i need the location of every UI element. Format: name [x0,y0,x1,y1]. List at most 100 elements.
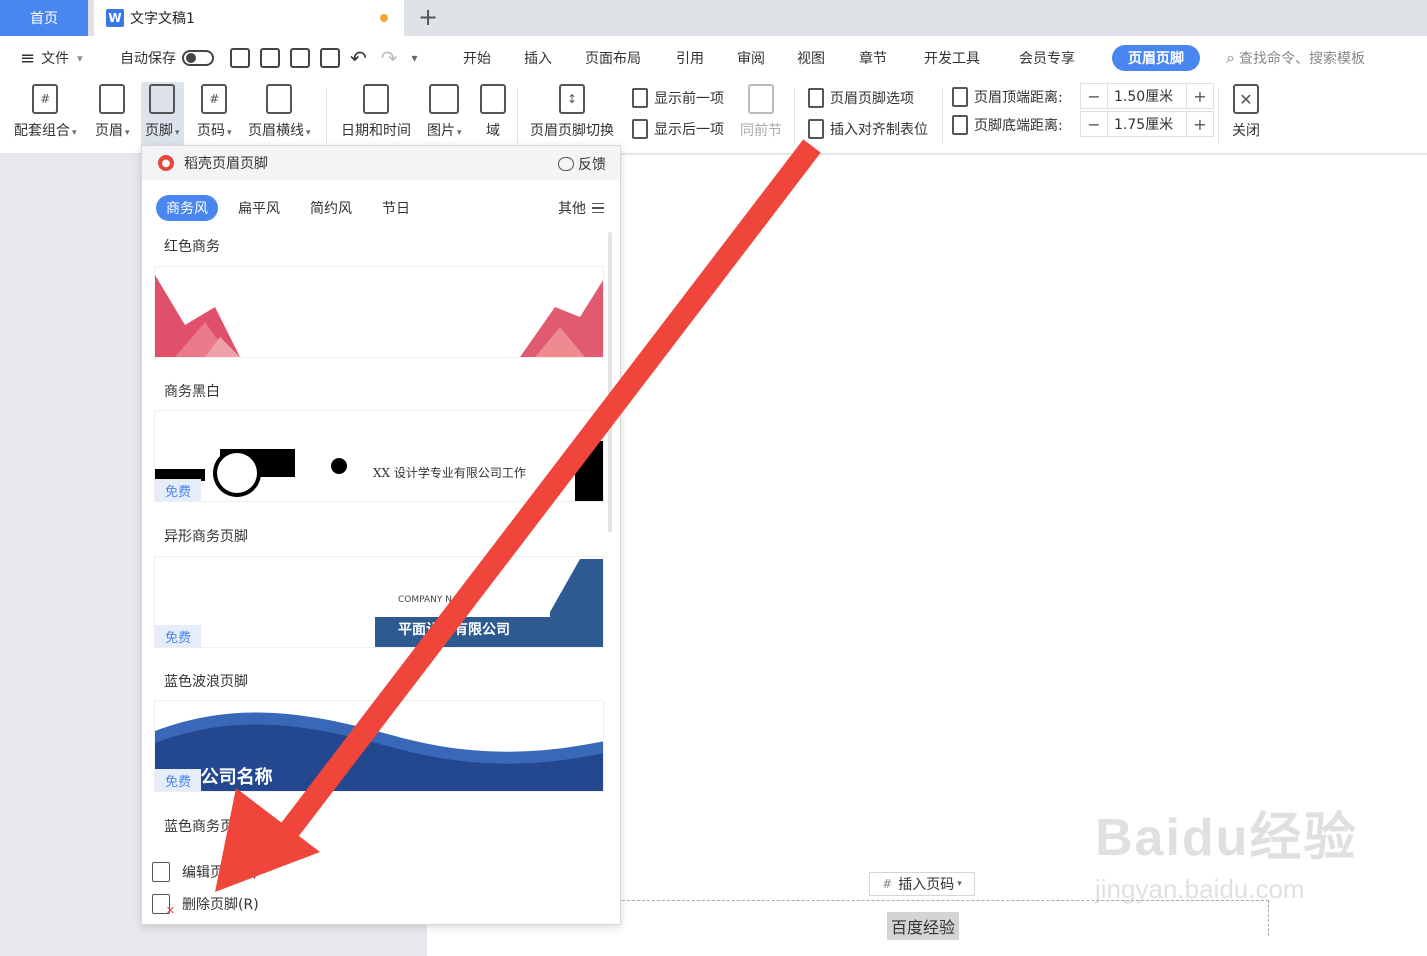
template-black-white[interactable]: XX 设计学专业有限公司工作 免费 [154,410,604,502]
datetime-button[interactable]: 日期和时间 [341,84,411,140]
free-badge: 免费 [155,625,201,647]
ribbon-divider [517,88,518,144]
minus-icon[interactable]: − [1081,112,1107,136]
show-previous-label: 显示前一项 [654,91,724,107]
menu-tab-start[interactable]: 开始 [463,36,491,80]
align-tab-label: 插入对齐制表位 [830,122,928,138]
redo-icon[interactable]: ↷ [381,46,398,70]
template-company-en: COMPANY NAME [398,595,472,605]
save-icon[interactable] [230,48,250,68]
menu-tab-member[interactable]: 会员专享 [1019,36,1075,80]
search-placeholder: 查找命令、搜索模板 [1238,51,1365,67]
menu-tab-references[interactable]: 引用 [676,36,704,80]
tab-home[interactable]: 首页 [0,0,88,36]
header-footer-options-button[interactable]: 页眉页脚选项 [808,86,914,110]
header-top-distance-value[interactable]: 1.50厘米 [1107,84,1187,108]
quick-access: ↶ ↷ ▾ [230,36,418,80]
combo-label: 配套组合 [14,123,70,139]
header-top-distance-stepper[interactable]: − 1.50厘米 + [1080,83,1214,109]
print-icon[interactable] [290,48,310,68]
panel-title: 稻壳页眉页脚 [184,156,268,172]
tab-document[interactable]: W 文字文稿1 [94,0,404,36]
switch-icon: ↕ [559,84,585,114]
pagenum-label: 页码 [197,123,225,139]
red-triangles-graphic [155,275,603,357]
footer-text[interactable]: 百度经验 [887,912,960,940]
category-tab-business[interactable]: 商务风 [156,195,218,221]
free-badge: 免费 [155,479,201,501]
customize-chevron-icon[interactable]: ▾ [412,51,418,65]
footer-distance-icon [952,115,968,135]
pagenum-icon: # [201,84,228,114]
menu-tab-developer[interactable]: 开发工具 [924,36,980,80]
close-label: 关闭 [1232,123,1260,139]
combo-button[interactable]: # 配套组合 ▾ [14,84,77,140]
menu-tab-chapter[interactable]: 章节 [859,36,887,80]
same-as-previous-button[interactable]: 同前节 [740,84,782,140]
header-icon [99,84,126,114]
menu-tab-insert[interactable]: 插入 [524,36,552,80]
insert-align-tab-button[interactable]: 插入对齐制表位 [808,117,928,141]
writer-doc-icon: W [106,9,124,27]
picture-button[interactable]: 图片 ▾ [427,84,462,140]
panel-scrollbar[interactable] [608,232,612,532]
category-tab-flat[interactable]: 扁平风 [228,195,290,221]
header-footer-switch-button[interactable]: ↕ 页眉页脚切换 [530,84,614,140]
show-next-button[interactable]: 显示后一项 [632,117,724,141]
footer-button[interactable]: 页脚 ▾ [141,82,184,152]
ribbon-divider [326,88,327,144]
print-preview-icon[interactable] [320,48,340,68]
menu-tab-review[interactable]: 审阅 [737,36,765,80]
tab-document-title: 文字文稿1 [130,11,195,27]
template-blue-wave[interactable]: XXX公司名称 免费 [154,700,604,792]
pagenum-button[interactable]: # 页码 ▾ [197,84,232,140]
category-tab-holiday[interactable]: 节日 [372,195,420,221]
more-categories-button[interactable]: 其他 [558,198,604,218]
options-label: 页眉页脚选项 [830,91,914,107]
template-red-business[interactable] [154,266,604,358]
pagenum-small-icon: # [882,877,893,891]
edit-footer-item[interactable]: 编辑页脚(E) [152,862,258,882]
plus-icon[interactable]: + [1187,84,1213,108]
category-tab-simple[interactable]: 简约风 [300,195,362,221]
search-command[interactable]: ⌕ 查找命令、搜索模板 [1226,36,1365,80]
menu-row: ≡ 文件 ▾ 自动保存 ↶ ↷ ▾ 开始 插入 页面布局 引用 审阅 视图 章节… [0,36,1427,80]
export-pdf-icon[interactable] [260,48,280,68]
footer-bottom-distance-stepper[interactable]: − 1.75厘米 + [1080,111,1214,137]
edit-footer-icon [152,862,170,882]
header-button[interactable]: 页眉 ▾ [95,84,130,140]
delete-footer-label: 删除页脚(R) [182,897,259,913]
feedback-label: 反馈 [578,157,606,173]
list-icon [592,203,604,213]
watermark-brand: Baidu经验 [1095,809,1358,867]
same-as-previous-icon [748,84,774,114]
file-menu[interactable]: ≡ 文件 ▾ [20,36,83,80]
show-previous-icon [632,88,648,108]
header-line-button[interactable]: 页眉横线 ▾ [248,84,311,140]
menu-tab-header-footer[interactable]: 页眉页脚 [1112,45,1200,71]
feedback-button[interactable]: 反馈 [558,154,606,174]
menu-tab-layout[interactable]: 页面布局 [585,36,641,80]
new-tab-plus-icon[interactable]: + [414,3,442,31]
plus-icon[interactable]: + [1187,112,1213,136]
undo-icon[interactable]: ↶ [350,46,367,70]
footer-label: 页脚 [145,123,173,139]
template-title: 蓝色波浪页脚 [164,674,248,690]
footer-bottom-distance-value[interactable]: 1.75厘米 [1107,112,1187,136]
menu-tab-view[interactable]: 视图 [797,36,825,80]
minus-icon[interactable]: − [1081,84,1107,108]
field-button[interactable]: 域 [480,84,506,140]
close-header-footer-button[interactable]: ✕ 关闭 [1232,84,1260,140]
template-company-cn: 平面设计有限公司 [398,622,510,638]
template-shaped-business[interactable]: COMPANY NAME 平面设计有限公司 免费 [154,556,604,648]
autosave-toggle[interactable]: 自动保存 [120,36,214,80]
header-distance-icon [952,87,968,107]
template-company-text: XX 设计学专业有限公司工作 [373,466,526,480]
footer-bottom-distance-label: 页脚底端距离: [974,118,1063,134]
delete-footer-item[interactable]: ✕ 删除页脚(R) [152,894,259,917]
insert-pagenum-button[interactable]: # 插入页码 ▾ [869,872,975,896]
autosave-switch[interactable] [182,50,214,66]
panel-header: ● 稻壳页眉页脚 反馈 [142,146,620,180]
datetime-label: 日期和时间 [341,123,411,139]
show-previous-button[interactable]: 显示前一项 [632,86,724,110]
